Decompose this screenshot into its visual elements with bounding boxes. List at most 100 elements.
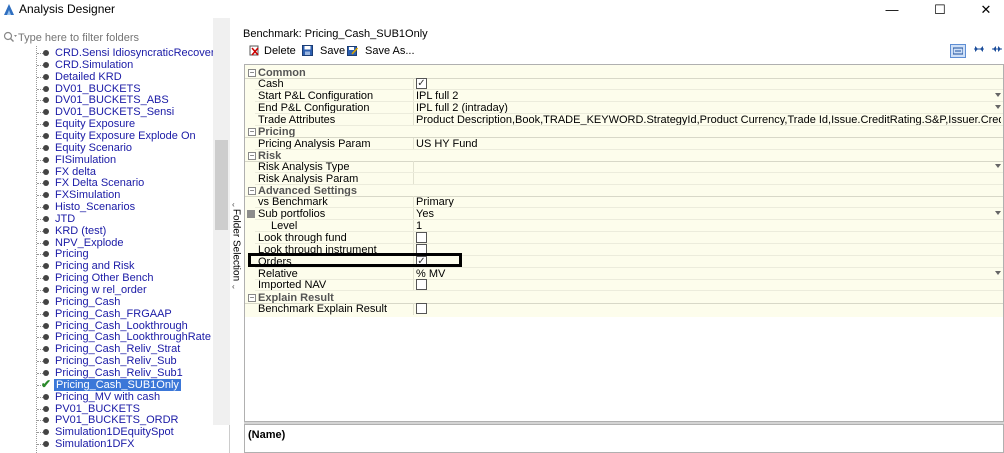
tree-item[interactable]: Simulation1DEquitySpot <box>0 426 213 438</box>
collapse-arrow-icon[interactable]: ‹ <box>232 200 235 209</box>
dropdown-arrow-icon[interactable] <box>995 211 1001 215</box>
tree-item[interactable]: Pricing_Cash_Lookthrough <box>0 320 213 332</box>
property-vs-benchmark[interactable]: vs Benchmark Primary <box>245 196 1003 208</box>
tree-item[interactable]: CRD.Simulation <box>0 59 213 71</box>
property-start-pl[interactable]: Start P&L Configuration IPL full 2 <box>245 90 1003 102</box>
collapse-toggle-icon[interactable]: − <box>248 152 256 160</box>
tree-item[interactable]: FX Delta Scenario <box>0 177 213 189</box>
tree-item[interactable]: Detailed KRD <box>0 71 213 83</box>
tree-item[interactable]: Pricing_Cash_Reliv_Strat <box>0 343 213 355</box>
tree-item[interactable]: Equity Exposure Explode On <box>0 130 213 142</box>
bullet-icon <box>43 346 49 353</box>
bullet-icon <box>43 239 49 246</box>
property-benchmark-explain[interactable]: Benchmark Explain Result <box>245 303 1003 315</box>
delete-button[interactable]: Delete <box>264 43 296 59</box>
expand-square-icon[interactable] <box>247 210 255 218</box>
collapse-toggle-icon[interactable]: − <box>248 294 256 302</box>
tree-item[interactable]: KRD (test) <box>0 225 213 237</box>
tree-item[interactable]: PV01_BUCKETS <box>0 403 213 415</box>
tree-item[interactable]: Pricing_Cash <box>0 296 213 308</box>
tree-item-label: Pricing w rel_order <box>55 284 147 296</box>
tree-item-label: DV01_BUCKETS_Sensi <box>55 106 175 119</box>
imported-nav-checkbox[interactable] <box>416 279 427 290</box>
property-imported-nav[interactable]: Imported NAV <box>245 279 1003 291</box>
tree-item[interactable]: Pricing_Cash_LookthroughRate <box>0 331 213 343</box>
tree-item-label: FXSimulation <box>55 189 121 202</box>
collapse-toggle-icon[interactable]: − <box>248 187 256 195</box>
tree-item-label: Pricing <box>55 248 89 261</box>
property-look-through-fund[interactable]: Look through fund <box>245 232 1003 244</box>
benchmark-explain-checkbox[interactable] <box>416 303 427 314</box>
dropdown-arrow-icon[interactable] <box>995 271 1001 275</box>
minimize-button[interactable]: — <box>869 0 915 20</box>
dropdown-arrow-icon[interactable] <box>995 105 1001 109</box>
tree-item-label: Simulation1DFX <box>55 438 135 451</box>
tree-item[interactable]: FXSimulation <box>0 189 213 201</box>
tree-item[interactable]: Pricing and Risk <box>0 260 213 272</box>
tree-item-label: CRD.Sensi IdiosyncraticRecovery <box>55 47 213 59</box>
tree-item[interactable]: CRD.Sensi IdiosyncraticRecovery <box>0 47 213 59</box>
tree-item[interactable]: DV01_BUCKETS_Sensi <box>0 106 213 118</box>
app-logo-icon <box>4 4 14 15</box>
tree-item[interactable]: DV01_BUCKETS <box>0 83 213 95</box>
tree-item[interactable]: PV01_BUCKETS_ORDR <box>0 414 213 426</box>
property-pricing-param[interactable]: Pricing Analysis Param US HY Fund <box>245 138 1003 150</box>
tree-item[interactable]: NPV_Explode <box>0 237 213 249</box>
maximize-button[interactable]: ☐ <box>917 0 963 20</box>
collapse-toggle-icon[interactable]: − <box>248 128 256 136</box>
tree-item[interactable]: Pricing Other Bench <box>0 272 213 284</box>
bullet-icon <box>43 50 49 56</box>
tree-item[interactable]: Equity Scenario <box>0 142 213 154</box>
collapse-arrow-icon[interactable]: ‹ <box>232 282 235 291</box>
tree-item[interactable]: Histo_Scenarios <box>0 201 213 213</box>
look-through-fund-checkbox[interactable] <box>416 232 427 243</box>
tree-item[interactable]: DV01_BUCKETS_ABS <box>0 94 213 106</box>
category-pricing[interactable]: − Pricing <box>245 126 1003 138</box>
bullet-icon <box>43 322 49 329</box>
bullet-icon <box>43 132 49 139</box>
cash-checkbox[interactable]: ✓ <box>416 78 427 89</box>
tree-item[interactable]: Equity Exposure <box>0 118 213 130</box>
search-icon <box>3 31 17 42</box>
bullet-icon <box>43 85 49 92</box>
property-risk-type[interactable]: Risk Analysis Type <box>245 161 1003 173</box>
tree-scrollbar-thumb[interactable] <box>215 140 228 230</box>
tree-item[interactable]: Pricing w rel_order <box>0 284 213 296</box>
tree-item[interactable]: Simulation1DFX <box>0 438 213 450</box>
tree-item[interactable]: Pricing <box>0 248 213 260</box>
bullet-icon <box>43 263 49 270</box>
categorized-view-icon[interactable] <box>950 44 966 58</box>
tree-item[interactable]: Pricing_Cash_Reliv_Sub1 <box>0 367 213 379</box>
property-sub-portfolios[interactable]: Sub portfolios Yes <box>245 208 1003 220</box>
tree-item[interactable]: JTD <box>0 213 213 225</box>
filter-box <box>0 28 230 46</box>
tree-item[interactable]: FISimulation <box>0 154 213 166</box>
bullet-icon <box>43 393 49 400</box>
property-end-pl[interactable]: End P&L Configuration IPL full 2 (intrad… <box>245 102 1003 114</box>
collapse-all-icon[interactable] <box>989 44 1004 58</box>
expand-all-icon[interactable] <box>971 44 987 58</box>
dropdown-arrow-icon[interactable] <box>995 93 1001 97</box>
tree-item-label: Pricing_MV with cash <box>55 390 161 403</box>
tree-item[interactable]: Pricing_MV with cash <box>0 391 213 403</box>
collapse-toggle-icon[interactable]: − <box>248 69 256 77</box>
property-risk-param[interactable]: Risk Analysis Param <box>245 173 1003 185</box>
property-level[interactable]: Level 1 <box>245 220 1003 232</box>
tree-item-label: Simulation1DEquitySpot <box>55 426 174 439</box>
tree-item[interactable]: Pricing_Cash_Reliv_Sub <box>0 355 213 367</box>
tree-item[interactable]: Pricing_Cash_FRGAAP <box>0 308 213 320</box>
save-button[interactable]: Save <box>320 43 345 59</box>
tree-item[interactable]: ✔ Pricing_Cash_SUB1Only <box>0 377 213 391</box>
folder-panel: CRD.Sensi IdiosyncraticRecoveryCRD.Simul… <box>0 28 230 453</box>
tree-item[interactable]: FX delta <box>0 166 213 178</box>
folder-selection-label[interactable]: Folder Selection <box>231 209 242 281</box>
close-button[interactable]: ✕ <box>963 0 1004 20</box>
property-trade-attributes[interactable]: Trade Attributes Product Description,Boo… <box>245 114 1003 126</box>
save-as-button[interactable]: Save As... <box>365 43 415 59</box>
dropdown-arrow-icon[interactable] <box>995 164 1001 168</box>
bullet-icon <box>43 369 49 376</box>
property-cash[interactable]: Cash ✓ <box>245 78 1003 90</box>
window-title: Analysis Designer <box>19 2 116 16</box>
filter-input[interactable] <box>18 30 213 45</box>
bullet-icon <box>43 227 49 234</box>
